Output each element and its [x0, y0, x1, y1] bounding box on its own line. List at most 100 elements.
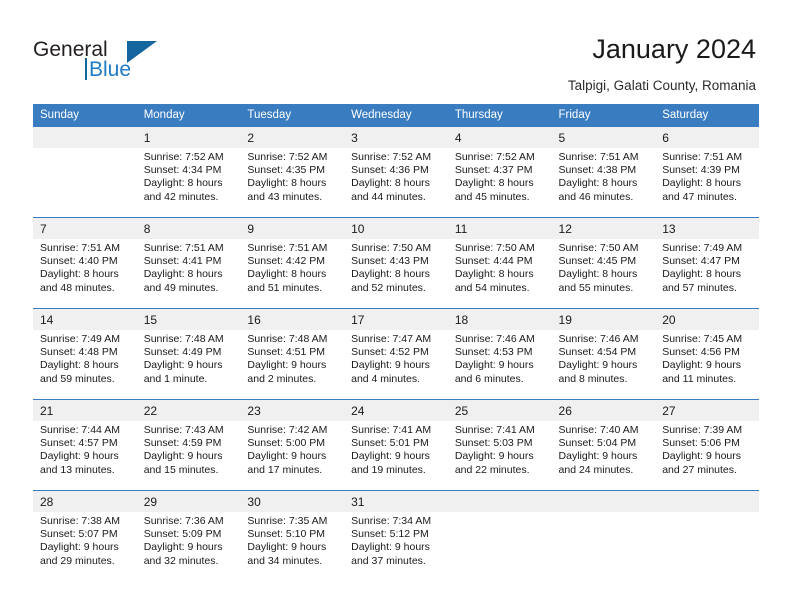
day-sun-info: Sunrise: 7:52 AM Sunset: 4:37 PM Daylight:… [448, 148, 552, 204]
daylight-duration-line1: Daylight: 8 hours [247, 268, 327, 281]
sunrise-time: Sunrise: 7:52 AM [247, 151, 328, 163]
sunset-time: Sunset: 4:53 PM [454, 346, 533, 359]
daylight-duration-line2: and 44 minutes. [351, 190, 426, 203]
day-sun-info: Sunrise: 7:46 AM Sunset: 4:54 PM Daylight:… [552, 330, 656, 386]
day-sun-info: Sunrise: 7:43 AM Sunset: 4:59 PM Daylight:… [137, 421, 241, 477]
calendar-day-cell[interactable]: 29 Sunrise: 7:36 AM Sunset: 5:09 PM Dayligh… [136, 490, 241, 581]
daylight-duration-line1: Daylight: 8 hours [247, 177, 327, 190]
daylight-duration-line2: and 6 minutes. [454, 372, 524, 385]
calendar-day-cell[interactable]: 5 Sunrise: 7:51 AM Sunset: 4:38 PM Daylight… [551, 126, 656, 218]
calendar-day-cell[interactable]: 25 Sunrise: 7:41 AM Sunset: 5:03 PM Dayligh… [447, 399, 552, 491]
day-number: 12 [551, 218, 656, 239]
calendar-day-cell[interactable]: 9 Sunrise: 7:51 AM Sunset: 4:42 PM Daylight… [240, 217, 345, 309]
calendar-day-cell[interactable]: 30 Sunrise: 7:35 AM Sunset: 5:10 PM Dayligh… [240, 490, 345, 581]
calendar-day-cell[interactable]: 26 Sunrise: 7:40 AM Sunset: 5:04 PM Dayligh… [551, 399, 656, 491]
day-number: 21 [33, 400, 137, 421]
sunrise-time: Sunrise: 7:51 AM [247, 242, 328, 254]
calendar-day-cell-empty [447, 490, 552, 581]
calendar-day-cell[interactable]: 7 Sunrise: 7:51 AM Sunset: 4:40 PM Daylight… [33, 217, 137, 309]
calendar-day-cell[interactable]: 17 Sunrise: 7:47 AM Sunset: 4:52 PM Dayligh… [344, 308, 448, 400]
sunrise-time: Sunrise: 7:40 AM [558, 424, 639, 436]
daylight-duration-line2: and 13 minutes. [40, 463, 115, 476]
daylight-duration-line1: Daylight: 9 hours [558, 359, 638, 372]
day-sun-info: Sunrise: 7:41 AM Sunset: 5:03 PM Daylight:… [448, 421, 552, 477]
weekday-header-sunday: Sunday [33, 104, 137, 127]
sunrise-time: Sunrise: 7:41 AM [351, 424, 432, 436]
calendar-day-cell[interactable]: 2 Sunrise: 7:52 AM Sunset: 4:35 PM Daylight… [240, 126, 345, 218]
day-number [33, 127, 137, 148]
sunset-time: Sunset: 4:36 PM [351, 164, 429, 177]
calendar-day-cell[interactable]: 23 Sunrise: 7:42 AM Sunset: 5:00 PM Dayligh… [240, 399, 345, 491]
daylight-duration-line2: and 51 minutes. [247, 281, 323, 294]
day-number [551, 491, 656, 512]
daylight-duration-line1: Daylight: 8 hours [662, 177, 742, 190]
calendar-day-cell[interactable]: 6 Sunrise: 7:51 AM Sunset: 4:39 PM Daylight… [655, 126, 759, 218]
calendar-day-cell-empty [33, 126, 137, 218]
calendar-day-cell[interactable]: 13 Sunrise: 7:49 AM Sunset: 4:47 PM Dayligh… [655, 217, 759, 309]
sunset-time: Sunset: 4:40 PM [40, 255, 118, 268]
daylight-duration-line2: and 4 minutes. [351, 372, 420, 385]
calendar-day-cell[interactable]: 12 Sunrise: 7:50 AM Sunset: 4:45 PM Dayligh… [551, 217, 656, 309]
daylight-duration-line1: Daylight: 9 hours [662, 359, 742, 372]
sunset-time: Sunset: 5:04 PM [558, 437, 637, 450]
sunset-time: Sunset: 4:43 PM [351, 255, 429, 268]
daylight-duration-line2: and 49 minutes. [143, 281, 219, 294]
day-sun-info: Sunrise: 7:51 AM Sunset: 4:38 PM Daylight:… [552, 148, 656, 204]
daylight-duration-line1: Daylight: 9 hours [247, 450, 327, 463]
calendar-week-row: 7 Sunrise: 7:51 AM Sunset: 4:40 PM Daylight… [33, 217, 759, 309]
day-sun-info: Sunrise: 7:52 AM Sunset: 4:35 PM Daylight:… [240, 148, 344, 204]
sunset-time: Sunset: 4:37 PM [454, 164, 533, 177]
calendar-day-cell[interactable]: 22 Sunrise: 7:43 AM Sunset: 4:59 PM Dayligh… [136, 399, 241, 491]
calendar-day-cell[interactable]: 27 Sunrise: 7:39 AM Sunset: 5:06 PM Dayligh… [655, 399, 759, 491]
day-number: 18 [447, 309, 552, 330]
day-number: 25 [447, 400, 552, 421]
logo-accent-bar [85, 58, 87, 80]
daylight-duration-line1: Daylight: 8 hours [558, 268, 638, 281]
calendar-day-cell[interactable]: 18 Sunrise: 7:46 AM Sunset: 4:53 PM Dayligh… [447, 308, 552, 400]
daylight-duration-line1: Daylight: 9 hours [40, 450, 119, 463]
day-sun-info: Sunrise: 7:36 AM Sunset: 5:09 PM Daylight:… [137, 512, 241, 568]
calendar-day-cell[interactable]: 14 Sunrise: 7:49 AM Sunset: 4:48 PM Dayligh… [33, 308, 137, 400]
daylight-duration-line2: and 34 minutes. [247, 554, 323, 567]
daylight-duration-line1: Daylight: 9 hours [247, 541, 327, 554]
calendar-day-cell[interactable]: 31 Sunrise: 7:34 AM Sunset: 5:12 PM Dayligh… [344, 490, 448, 581]
day-number: 20 [655, 309, 759, 330]
day-sun-info: Sunrise: 7:48 AM Sunset: 4:49 PM Daylight:… [137, 330, 241, 386]
day-sun-info: Sunrise: 7:51 AM Sunset: 4:39 PM Daylight:… [655, 148, 759, 204]
day-sun-info: Sunrise: 7:51 AM Sunset: 4:42 PM Daylight:… [240, 239, 344, 295]
weekday-header-thursday: Thursday [447, 104, 552, 127]
sunrise-time: Sunrise: 7:50 AM [454, 242, 535, 254]
daylight-duration-line2: and 57 minutes. [662, 281, 737, 294]
sunset-time: Sunset: 5:10 PM [247, 528, 326, 541]
day-number: 1 [136, 127, 241, 148]
calendar-day-cell[interactable]: 3 Sunrise: 7:52 AM Sunset: 4:36 PM Daylight… [344, 126, 448, 218]
sunrise-time: Sunrise: 7:47 AM [351, 333, 432, 345]
calendar-day-cell[interactable]: 20 Sunrise: 7:45 AM Sunset: 4:56 PM Dayligh… [655, 308, 759, 400]
calendar-day-cell[interactable]: 16 Sunrise: 7:48 AM Sunset: 4:51 PM Dayligh… [240, 308, 345, 400]
sunrise-time: Sunrise: 7:49 AM [662, 242, 743, 254]
daylight-duration-line2: and 42 minutes. [143, 190, 219, 203]
calendar-day-cell[interactable]: 1 Sunrise: 7:52 AM Sunset: 4:34 PM Daylight… [136, 126, 241, 218]
sunset-time: Sunset: 4:45 PM [558, 255, 637, 268]
daylight-duration-line2: and 46 minutes. [558, 190, 634, 203]
day-number [447, 491, 552, 512]
daylight-duration-line2: and 54 minutes. [454, 281, 530, 294]
calendar-day-cell[interactable]: 8 Sunrise: 7:51 AM Sunset: 4:41 PM Daylight… [136, 217, 241, 309]
calendar-day-cell[interactable]: 19 Sunrise: 7:46 AM Sunset: 4:54 PM Dayligh… [551, 308, 656, 400]
calendar-day-cell[interactable]: 11 Sunrise: 7:50 AM Sunset: 4:44 PM Dayligh… [447, 217, 552, 309]
calendar-day-cell[interactable]: 15 Sunrise: 7:48 AM Sunset: 4:49 PM Dayligh… [136, 308, 241, 400]
daylight-duration-line2: and 47 minutes. [662, 190, 737, 203]
daylight-duration-line1: Daylight: 8 hours [40, 359, 119, 372]
sunset-time: Sunset: 4:42 PM [247, 255, 326, 268]
general-blue-logo[interactable]: General Blue [33, 38, 233, 86]
sunset-time: Sunset: 5:01 PM [351, 437, 429, 450]
calendar-day-cell[interactable]: 21 Sunrise: 7:44 AM Sunset: 4:57 PM Dayligh… [33, 399, 137, 491]
calendar-day-cell[interactable]: 4 Sunrise: 7:52 AM Sunset: 4:37 PM Daylight… [447, 126, 552, 218]
day-number: 14 [33, 309, 137, 330]
calendar-day-cell[interactable]: 24 Sunrise: 7:41 AM Sunset: 5:01 PM Dayligh… [344, 399, 448, 491]
sunset-time: Sunset: 4:39 PM [662, 164, 740, 177]
calendar-day-cell[interactable]: 28 Sunrise: 7:38 AM Sunset: 5:07 PM Dayligh… [33, 490, 137, 581]
day-sun-info: Sunrise: 7:46 AM Sunset: 4:53 PM Daylight:… [448, 330, 552, 386]
day-number: 10 [344, 218, 448, 239]
calendar-day-cell[interactable]: 10 Sunrise: 7:50 AM Sunset: 4:43 PM Dayligh… [344, 217, 448, 309]
